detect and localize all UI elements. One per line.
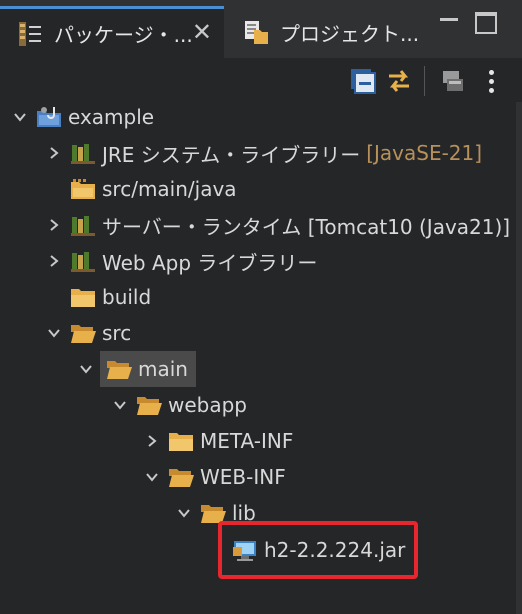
tree-item-webapp[interactable]: webapp [110, 387, 247, 423]
collapse-all-button[interactable] [346, 64, 380, 98]
view-tab-bar: パッケージ・... ✕ プロジェクト... [0, 0, 522, 58]
library-icon [68, 138, 98, 168]
more-vertical-icon [488, 69, 494, 93]
tab-project-explorer[interactable]: プロジェクト... [226, 6, 426, 58]
tab-package-explorer[interactable]: パッケージ・... ✕ [0, 6, 224, 58]
tree-item-main[interactable]: main [100, 351, 196, 387]
highlight-annotation [218, 521, 418, 579]
chevron-right-icon[interactable] [44, 243, 64, 279]
java-project-icon [34, 102, 64, 132]
toolbar-separator [424, 66, 425, 96]
chevron-down-icon[interactable] [76, 351, 96, 387]
folder-open-icon [104, 354, 134, 384]
tree-item-src[interactable]: src [44, 315, 131, 351]
folder-open-icon [68, 318, 98, 348]
tree-item-meta-inf[interactable]: META-INF [142, 423, 293, 459]
tree-item-label: src/main/java [102, 177, 237, 201]
library-icon [68, 246, 98, 276]
tree-item-label: JRE システム・ライブラリー [102, 142, 361, 167]
chevron-right-icon[interactable] [44, 207, 64, 243]
collapse-all-icon [351, 69, 376, 94]
tree-item-build[interactable]: build [44, 279, 151, 315]
view-menu-button[interactable] [474, 64, 508, 98]
jre-version-decoration: [JavaSE-21] [366, 141, 483, 165]
scrollbar-track[interactable] [516, 102, 522, 614]
tree-item-project[interactable]: example [10, 99, 154, 135]
close-icon[interactable]: ✕ [192, 20, 212, 44]
library-icon [68, 210, 98, 240]
tree-item-server-runtime[interactable]: サーバー・ランタイム [Tomcat10 (Java21)] [44, 207, 510, 243]
tree-item-label: src [102, 321, 132, 345]
link-with-editor-button[interactable] [382, 64, 416, 98]
package-explorer-icon [12, 16, 48, 52]
minimize-icon[interactable] [438, 12, 460, 34]
project-explorer-icon [238, 14, 274, 50]
chevron-down-icon[interactable] [174, 495, 194, 531]
tree-item-label: META-INF [200, 429, 294, 453]
source-folder-icon [68, 174, 98, 204]
tree-item-web-inf[interactable]: WEB-INF [142, 459, 286, 495]
tree-item-label: サーバー・ランタイム [Tomcat10 (Java21)] [102, 214, 511, 239]
tree-item-label: Web App ライブラリー [102, 250, 318, 275]
tree-item-jre-library[interactable]: JRE システム・ライブラリー [JavaSE-21] [44, 135, 482, 171]
folder-icon [166, 426, 196, 456]
chevron-right-icon[interactable] [142, 423, 162, 459]
tree-item-label: example [68, 105, 155, 129]
tree-item-webapp-library[interactable]: Web App ライブラリー [44, 243, 317, 279]
filter-icon [443, 71, 463, 91]
tab-package-explorer-label: パッケージ・... [54, 23, 193, 47]
tree-item-label: webapp [168, 393, 248, 417]
tree-item-label: build [102, 285, 152, 309]
folder-open-icon [134, 390, 164, 420]
folder-open-icon [166, 462, 196, 492]
tab-project-explorer-label: プロジェクト... [280, 21, 420, 46]
view-toolbar [0, 58, 522, 102]
maximize-icon[interactable] [475, 12, 497, 34]
chevron-down-icon[interactable] [10, 99, 30, 135]
tree-item-label: main [138, 357, 188, 381]
folder-icon [68, 282, 98, 312]
chevron-right-icon[interactable] [44, 135, 64, 171]
chevron-down-icon[interactable] [142, 459, 162, 495]
tree-item-source-folder[interactable]: src/main/java [44, 171, 237, 207]
chevron-down-icon[interactable] [110, 387, 130, 423]
link-with-editor-icon [389, 70, 409, 92]
tree-item-label: WEB-INF [200, 465, 286, 489]
filter-button[interactable] [436, 64, 470, 98]
chevron-down-icon[interactable] [44, 315, 64, 351]
